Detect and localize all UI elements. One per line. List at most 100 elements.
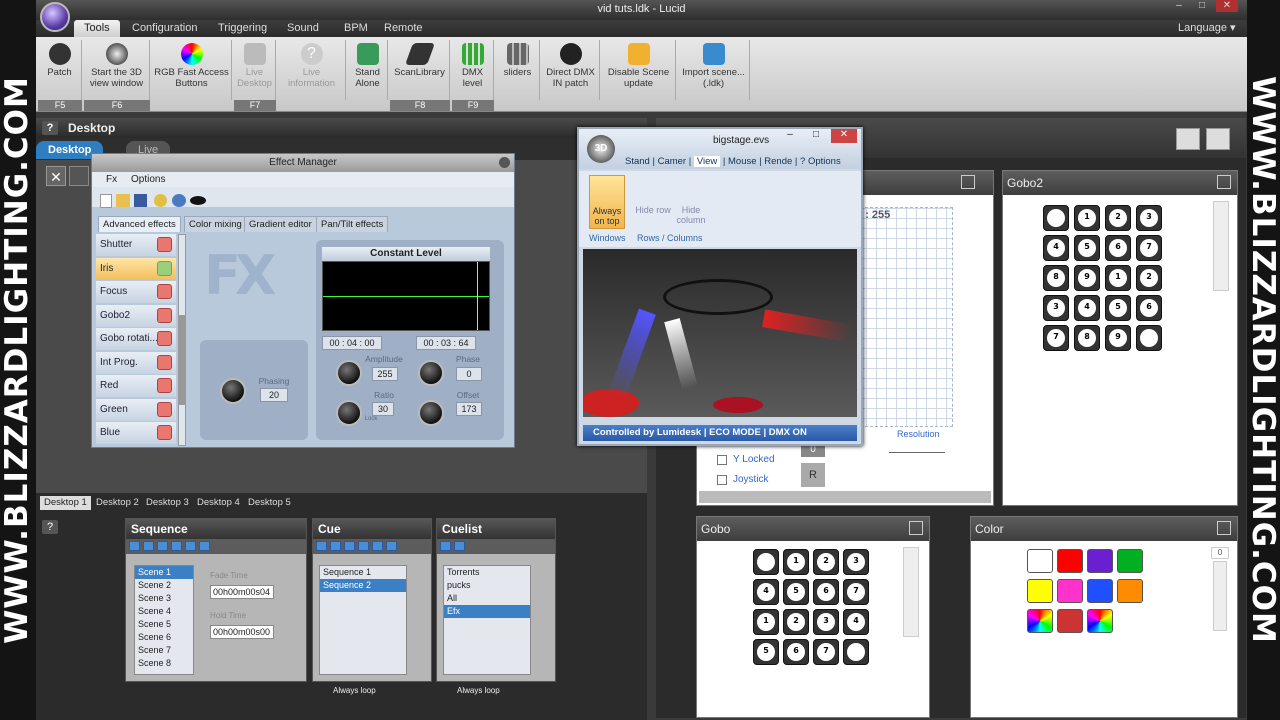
gobo-slider[interactable]: [903, 547, 919, 637]
3d-maximize-button[interactable]: □: [805, 129, 827, 143]
live-information-button[interactable]: ? Live information: [278, 40, 346, 100]
power-icon[interactable]: [157, 331, 172, 346]
power-icon[interactable]: [157, 378, 172, 393]
gear-icon[interactable]: [172, 194, 186, 207]
direct-dmx-in-button[interactable]: Direct DMX IN patch: [542, 40, 600, 100]
resolution-slider[interactable]: [889, 445, 945, 453]
color-swatch-button[interactable]: [1087, 549, 1113, 573]
color-expand-icon[interactable]: [1217, 521, 1231, 535]
color-slider[interactable]: [1213, 561, 1227, 631]
tab-desktop-3[interactable]: Desktop 3: [142, 496, 193, 510]
gobo-button[interactable]: [843, 639, 869, 665]
gobo-button[interactable]: 6: [783, 639, 809, 665]
fx-icon[interactable]: [386, 541, 397, 551]
color-swatch-button[interactable]: [1027, 549, 1053, 573]
gobo-button[interactable]: 6: [1105, 235, 1131, 261]
tab-gradient-editor[interactable]: Gradient editor: [244, 216, 317, 232]
bulb-icon[interactable]: [154, 194, 167, 207]
maximize-button[interactable]: □: [1191, 0, 1213, 12]
power-icon[interactable]: [157, 284, 172, 299]
scanlibrary-button[interactable]: ScanLibrary: [390, 40, 450, 100]
cuelist-always-loop[interactable]: Always loop: [457, 686, 500, 695]
effect-item-focus[interactable]: Focus: [96, 281, 176, 303]
effect-item-gobo-rotation[interactable]: Gobo rotati...: [96, 328, 176, 350]
gobo-button[interactable]: 3: [843, 549, 869, 575]
ratio-value[interactable]: 30: [372, 402, 394, 416]
pattern-icon[interactable]: [69, 166, 89, 186]
gobo-button[interactable]: 2: [1136, 265, 1162, 291]
remove-icon[interactable]: [143, 541, 154, 551]
remove-icon[interactable]: [330, 541, 341, 551]
always-on-top-button[interactable]: Always on top: [589, 175, 625, 229]
desktop-help-button[interactable]: ?: [42, 121, 58, 135]
y-locked-checkbox[interactable]: [717, 455, 727, 465]
3d-minimize-button[interactable]: –: [779, 129, 801, 143]
menu-options[interactable]: Options: [131, 174, 165, 185]
cuelist-item[interactable]: Torrents: [444, 566, 530, 579]
gobo-button[interactable]: [753, 549, 779, 575]
patch-button[interactable]: Patch: [38, 40, 82, 100]
gobo-button[interactable]: 5: [1105, 295, 1131, 321]
gobo-button[interactable]: 2: [783, 609, 809, 635]
tab-color-mixing[interactable]: Color mixing: [184, 216, 247, 232]
color-swatch-button[interactable]: [1087, 579, 1113, 603]
tab-desktop-1[interactable]: Desktop 1: [40, 496, 91, 510]
tab-render[interactable]: Rende: [764, 156, 792, 167]
3d-close-button[interactable]: ✕: [831, 129, 857, 143]
scene-item[interactable]: Scene 8: [135, 657, 193, 670]
play-icon[interactable]: [157, 541, 168, 551]
play-icon[interactable]: [344, 541, 355, 551]
tab-advanced-effects[interactable]: Advanced effects: [98, 216, 181, 232]
color-swatch-button[interactable]: [1057, 549, 1083, 573]
open-icon[interactable]: [116, 194, 130, 207]
scene-item[interactable]: Scene 7: [135, 644, 193, 657]
color-swatch-button[interactable]: [1057, 579, 1083, 603]
cue-always-loop[interactable]: Always loop: [333, 686, 376, 695]
gobo-button[interactable]: [1043, 205, 1069, 231]
effect-list-scrollbar[interactable]: [178, 234, 186, 446]
scroll-thumb[interactable]: [179, 315, 185, 405]
grid-view-icon[interactable]: [1176, 128, 1200, 150]
gobo-expand-icon[interactable]: [909, 521, 923, 535]
ratio-knob[interactable]: [336, 400, 362, 426]
tab-pan-tilt-effects[interactable]: Pan/Tilt effects: [316, 216, 389, 232]
disable-scene-update-button[interactable]: Disable Scene update: [602, 40, 676, 100]
gobo-button[interactable]: 2: [813, 549, 839, 575]
power-icon[interactable]: [157, 260, 172, 276]
scene-item[interactable]: Scene 1: [135, 566, 193, 579]
tab-mouse[interactable]: Mouse: [728, 156, 757, 167]
sliders-button[interactable]: sliders: [496, 40, 540, 100]
bottom-help-button[interactable]: ?: [42, 520, 58, 534]
new-icon[interactable]: [100, 194, 112, 208]
gobo-button[interactable]: 4: [1074, 295, 1100, 321]
rgb-fast-access-button[interactable]: RGB Fast Access Buttons: [152, 40, 232, 100]
gobo-button[interactable]: 7: [843, 579, 869, 605]
gobo-button[interactable]: 1: [1074, 205, 1100, 231]
effect-item-shutter[interactable]: Shutter: [96, 234, 176, 256]
gobo-button[interactable]: 5: [1074, 235, 1100, 261]
eye-icon[interactable]: [190, 196, 206, 205]
dmx-level-button[interactable]: DMX level: [452, 40, 494, 100]
effect-item-iris[interactable]: Iris: [96, 257, 176, 280]
scene-item[interactable]: Scene 4: [135, 605, 193, 618]
settings-icon[interactable]: [199, 541, 210, 551]
color-swatch-button[interactable]: [1117, 549, 1143, 573]
tab-desktop-4[interactable]: Desktop 4: [193, 496, 244, 510]
phase-value[interactable]: 0: [456, 367, 482, 381]
color-wheel-icon[interactable]: [1027, 609, 1053, 633]
stop-icon[interactable]: [171, 541, 182, 551]
tab-configuration[interactable]: Configuration: [132, 20, 197, 37]
effect-close-icon[interactable]: [499, 157, 510, 168]
gobo-button[interactable]: 1: [1105, 265, 1131, 291]
tab-triggering[interactable]: Triggering: [218, 20, 267, 37]
add-icon[interactable]: [129, 541, 140, 551]
phase-knob[interactable]: [418, 360, 444, 386]
scene-item[interactable]: Scene 3: [135, 592, 193, 605]
gobo-button[interactable]: 6: [1136, 295, 1162, 321]
pantilt-hscroll[interactable]: [699, 491, 991, 503]
joystick-checkbox[interactable]: [717, 475, 727, 485]
gobo-button[interactable]: 9: [1074, 265, 1100, 291]
gobo-button[interactable]: 8: [1074, 325, 1100, 351]
amplitude-value[interactable]: 255: [372, 367, 398, 381]
copy-icon[interactable]: [372, 541, 383, 551]
